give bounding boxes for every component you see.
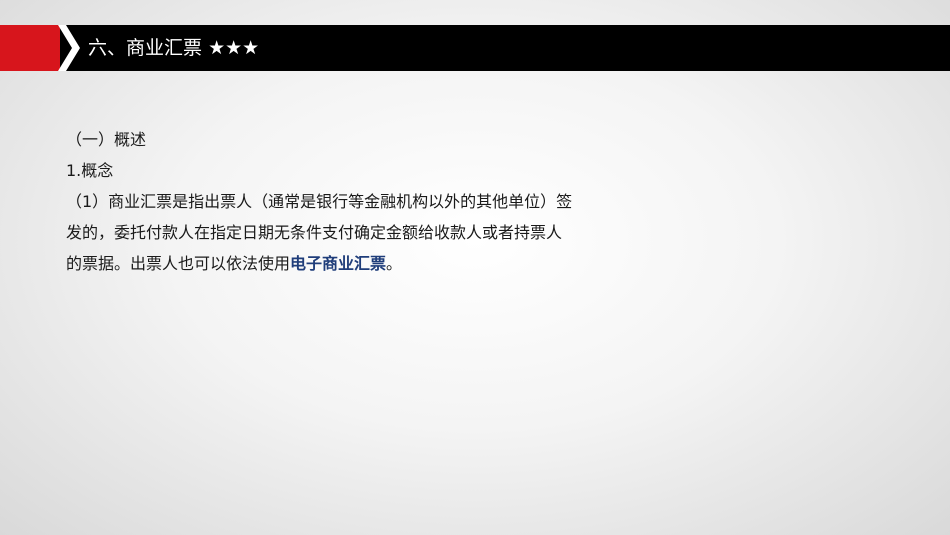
paragraph-line-3-end: 。: [386, 254, 403, 273]
paragraph-line-2: 发的，委托付款人在指定日期无条件支付确定金额给收款人或者持票人: [66, 223, 563, 242]
chevron-right-icon: [58, 25, 80, 71]
title-accent-block: [0, 25, 60, 71]
slide-title: 六、商业汇票 ★★★: [88, 25, 259, 71]
title-bar: 六、商业汇票 ★★★: [0, 25, 950, 71]
section-heading: （一）概述: [66, 130, 147, 149]
paragraph-line-1: （1）商业汇票是指出票人（通常是银行等金融机构以外的其他单位）签: [66, 192, 573, 211]
slide-title-text: 六、商业汇票: [88, 37, 203, 59]
subheading: 1.概念: [66, 161, 114, 180]
slide-content: （一）概述 1.概念 （1）商业汇票是指出票人（通常是银行等金融机构以外的其他单…: [66, 124, 646, 279]
paragraph-line-3-text: 的票据。出票人也可以依法使用: [66, 254, 291, 273]
highlight-term: 电子商业汇票: [290, 254, 387, 273]
star-rating: ★★★: [208, 37, 260, 59]
paragraph-line-3: 的票据。出票人也可以依法使用电子商业汇票。: [66, 248, 646, 279]
